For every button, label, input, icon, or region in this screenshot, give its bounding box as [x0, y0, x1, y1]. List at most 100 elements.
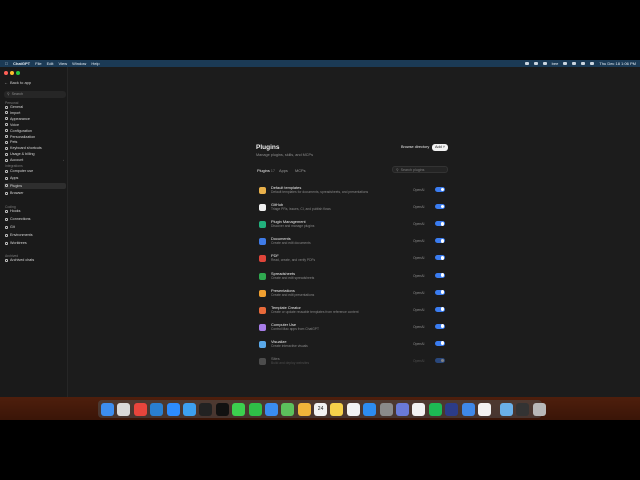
system-settings-icon[interactable]: [379, 402, 393, 416]
vscode-icon[interactable]: [150, 402, 164, 416]
desktop:  ChatGPT File Edit View Window Help bee…: [0, 60, 640, 420]
spotify-icon[interactable]: [428, 402, 442, 416]
screen:  ChatGPT File Edit View Window Help bee…: [0, 0, 640, 480]
sidebar-item-icon: [5, 176, 8, 180]
menu-window[interactable]: Window: [72, 60, 86, 67]
plugin-row[interactable]: Computer Use Control Mac apps from ChatGP…: [256, 321, 448, 335]
photos-icon[interactable]: [297, 402, 311, 416]
plugin-provider: OpenAI: [413, 290, 425, 295]
plugin-row[interactable]: Plugin Management Discover and manage plu…: [256, 218, 448, 232]
minimize-window-button[interactable]: [10, 71, 14, 75]
plugin-enabled-toggle[interactable]: [435, 272, 445, 278]
sidebar-item-hooks[interactable]: Hooks: [4, 208, 66, 214]
plugin-provider: OpenAI: [413, 222, 425, 227]
plugin-icon: [259, 204, 266, 212]
sidebar-item-icon: [5, 158, 8, 162]
sidebar-item-plugins[interactable]: Plugins: [4, 182, 66, 189]
plugin-enabled-toggle[interactable]: [435, 204, 445, 210]
menu-app[interactable]: ChatGPT: [13, 60, 30, 67]
plugin-enabled-toggle[interactable]: [435, 238, 445, 244]
openai-icon[interactable]: [477, 402, 491, 416]
sidebar-item-account[interactable]: Account ›: [4, 157, 66, 163]
downloads-folder-icon[interactable]: [499, 402, 513, 416]
plugin-row[interactable]: GitHub Triage PRs, issues, CI, and publis…: [256, 201, 448, 215]
plugin-row[interactable]: Documents Create and edit documents OpenAI: [256, 235, 448, 249]
plugin-row[interactable]: Visualize Create interactive visuals OpenA…: [256, 338, 448, 352]
menu-view[interactable]: View: [58, 60, 67, 67]
plugin-row[interactable]: Default templates Default templates for d…: [256, 184, 448, 198]
zoom-icon[interactable]: [166, 402, 180, 416]
plugin-row[interactable]: PDF Read, create, and verify PDFs OpenAI: [256, 252, 448, 266]
apple-icon[interactable]: : [4, 60, 9, 67]
sidebar-item-environments[interactable]: Environments: [4, 232, 66, 238]
search-icon[interactable]: [581, 62, 586, 65]
battery-label[interactable]: bee: [552, 60, 559, 67]
clock[interactable]: Thu Dec 18 1:06 PM: [599, 60, 636, 67]
plugin-enabled-toggle[interactable]: [435, 289, 445, 295]
tab-apps[interactable]: Apps: [279, 168, 288, 173]
zoom-window-button[interactable]: [16, 71, 20, 75]
sidebar-item-apps[interactable]: Apps: [4, 175, 66, 181]
finder-icon[interactable]: [101, 402, 114, 416]
maps-icon[interactable]: [281, 402, 295, 416]
sidebar-item-archived-chats[interactable]: Archived chats: [4, 257, 66, 263]
status-icon[interactable]: [542, 62, 547, 65]
status-icon[interactable]: [524, 62, 529, 65]
launchpad-icon[interactable]: [117, 402, 131, 416]
safari-icon[interactable]: [182, 402, 196, 416]
sidebar-item-icon: [5, 191, 8, 195]
calendar-icon[interactable]: 24: [314, 402, 328, 416]
preview-icon[interactable]: [396, 402, 410, 416]
quicktime-icon[interactable]: [461, 402, 475, 416]
tab-mcps[interactable]: MCPs: [295, 168, 306, 173]
notes-icon[interactable]: [330, 402, 344, 416]
plugin-row[interactable]: Presentations Create and edit presentatio…: [256, 287, 448, 301]
app-store-icon[interactable]: [363, 402, 377, 416]
plugin-enabled-toggle[interactable]: [435, 255, 445, 261]
plugin-enabled-toggle[interactable]: [435, 340, 445, 346]
menu-file[interactable]: File: [35, 60, 41, 67]
status-icon[interactable]: [533, 62, 538, 65]
menu-edit[interactable]: Edit: [47, 60, 54, 67]
plugin-enabled-toggle[interactable]: [435, 221, 445, 227]
plugin-row[interactable]: Sites Build and deploy websites OpenAI: [256, 355, 448, 369]
chevron-down-icon: ˅: [442, 145, 446, 149]
wifi-icon[interactable]: [572, 62, 577, 65]
control-center-icon[interactable]: [590, 62, 595, 65]
messages-icon[interactable]: [232, 402, 246, 416]
sidebar-item-connections[interactable]: Connections: [4, 216, 66, 222]
sidebar-item-git[interactable]: Git: [4, 224, 66, 230]
menu-help[interactable]: Help: [91, 60, 99, 67]
plugin-enabled-toggle[interactable]: [435, 323, 445, 329]
sidebar: ← Back to app ⚲ Search Personal Integrat…: [0, 67, 68, 397]
search-plugins-input[interactable]: ⚲ Search plugins: [392, 166, 448, 173]
sidebar-item-browser[interactable]: Browser: [4, 190, 66, 196]
terminal-icon[interactable]: [199, 402, 213, 416]
menubar:  ChatGPT File Edit View Window Help bee…: [0, 60, 640, 67]
sidebar-item-worktrees[interactable]: Worktrees: [4, 240, 66, 246]
plugin-row[interactable]: Spreadsheets Create and edit spreadsheets…: [256, 270, 448, 284]
close-window-button[interactable]: [4, 71, 8, 75]
notion-icon[interactable]: [412, 402, 426, 416]
chatgpt-icon[interactable]: [215, 402, 229, 416]
chevron-right-icon: ›: [63, 158, 64, 163]
screenshot-folder-icon[interactable]: [516, 402, 530, 416]
tab-label: Apps: [279, 168, 288, 173]
trash-icon[interactable]: [532, 402, 546, 416]
plugin-enabled-toggle[interactable]: [435, 187, 445, 192]
chrome-icon[interactable]: [133, 402, 147, 416]
back-button[interactable]: ← Back to app: [4, 80, 31, 85]
plugin-enabled-toggle[interactable]: [435, 358, 445, 363]
tab-plugins[interactable]: Plugins 17: [257, 168, 275, 173]
facetime-icon[interactable]: [248, 402, 262, 416]
plugin-enabled-toggle[interactable]: [435, 306, 445, 312]
chatgpt-alt-icon[interactable]: [445, 402, 459, 416]
sidebar-item-computer-use[interactable]: Computer use: [4, 168, 66, 174]
sidebar-search-input[interactable]: ⚲ Search: [4, 91, 66, 98]
mail-icon[interactable]: [264, 402, 278, 416]
plugin-row[interactable]: Template Creator Create or update reusabl…: [256, 304, 448, 318]
add-button[interactable]: Add ˅: [432, 144, 448, 151]
browse-directory-button[interactable]: Browse directory: [401, 145, 429, 149]
reminders-icon[interactable]: [346, 402, 360, 416]
status-icon[interactable]: [563, 62, 568, 65]
